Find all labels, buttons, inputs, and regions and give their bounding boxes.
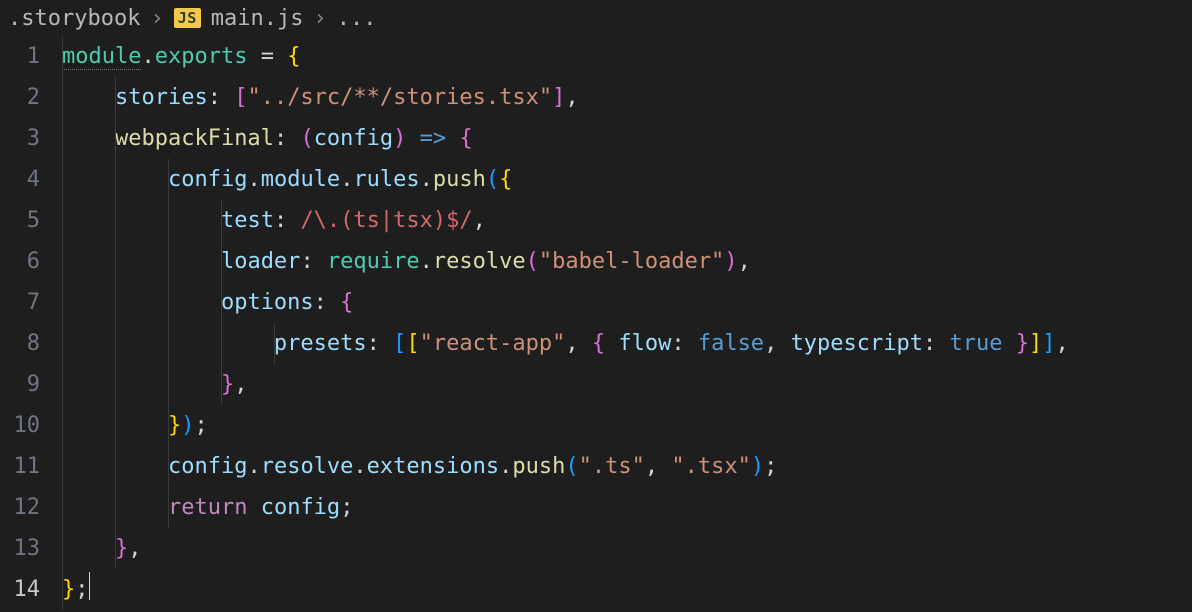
text-cursor — [89, 572, 90, 600]
code-line[interactable]: config.module.rules.push({ — [62, 159, 1192, 200]
chevron-right-icon: › — [150, 6, 163, 31]
code-line[interactable]: }); — [62, 405, 1192, 446]
indent-guide — [115, 77, 116, 569]
line-number: 10 — [0, 405, 40, 446]
code-line[interactable]: test: /\.(ts|tsx)$/, — [62, 200, 1192, 241]
indent-guide — [62, 36, 63, 610]
line-number: 1 — [0, 36, 40, 77]
code-line[interactable]: }, — [62, 364, 1192, 405]
indent-guide — [274, 323, 275, 364]
line-number: 2 — [0, 77, 40, 118]
line-number: 11 — [0, 446, 40, 487]
js-file-icon: JS — [174, 8, 201, 28]
chevron-right-icon: › — [313, 6, 326, 31]
line-number: 7 — [0, 282, 40, 323]
line-number: 14 — [0, 569, 40, 610]
breadcrumb-folder[interactable]: .storybook — [8, 6, 140, 31]
indent-guide — [168, 159, 169, 528]
line-number: 9 — [0, 364, 40, 405]
code-line[interactable]: options: { — [62, 282, 1192, 323]
breadcrumb-file[interactable]: main.js — [211, 6, 304, 31]
code-line[interactable]: }; — [62, 569, 1192, 610]
code-editor[interactable]: 1 2 3 4 5 6 7 8 9 10 11 12 13 14 module.… — [0, 36, 1192, 612]
code-line[interactable]: return config; — [62, 487, 1192, 528]
code-line[interactable]: loader: require.resolve("babel-loader"), — [62, 241, 1192, 282]
code-line[interactable]: webpackFinal: (config) => { — [62, 118, 1192, 159]
code-line[interactable]: stories: ["../src/**/stories.tsx"], — [62, 77, 1192, 118]
indent-guide — [221, 200, 222, 405]
line-number: 8 — [0, 323, 40, 364]
line-number: 6 — [0, 241, 40, 282]
line-number: 4 — [0, 159, 40, 200]
line-number-gutter: 1 2 3 4 5 6 7 8 9 10 11 12 13 14 — [0, 36, 62, 612]
code-line[interactable]: }, — [62, 528, 1192, 569]
code-area[interactable]: module.exports = { stories: ["../src/**/… — [62, 36, 1192, 612]
line-number: 5 — [0, 200, 40, 241]
breadcrumb: .storybook › JS main.js › ... — [0, 0, 1192, 36]
code-line[interactable]: config.resolve.extensions.push(".ts", ".… — [62, 446, 1192, 487]
line-number: 12 — [0, 487, 40, 528]
breadcrumb-tail[interactable]: ... — [337, 6, 377, 31]
line-number: 3 — [0, 118, 40, 159]
code-line[interactable]: presets: [["react-app", { flow: false, t… — [62, 323, 1192, 364]
code-line[interactable]: module.exports = { — [62, 36, 1192, 77]
line-number: 13 — [0, 528, 40, 569]
